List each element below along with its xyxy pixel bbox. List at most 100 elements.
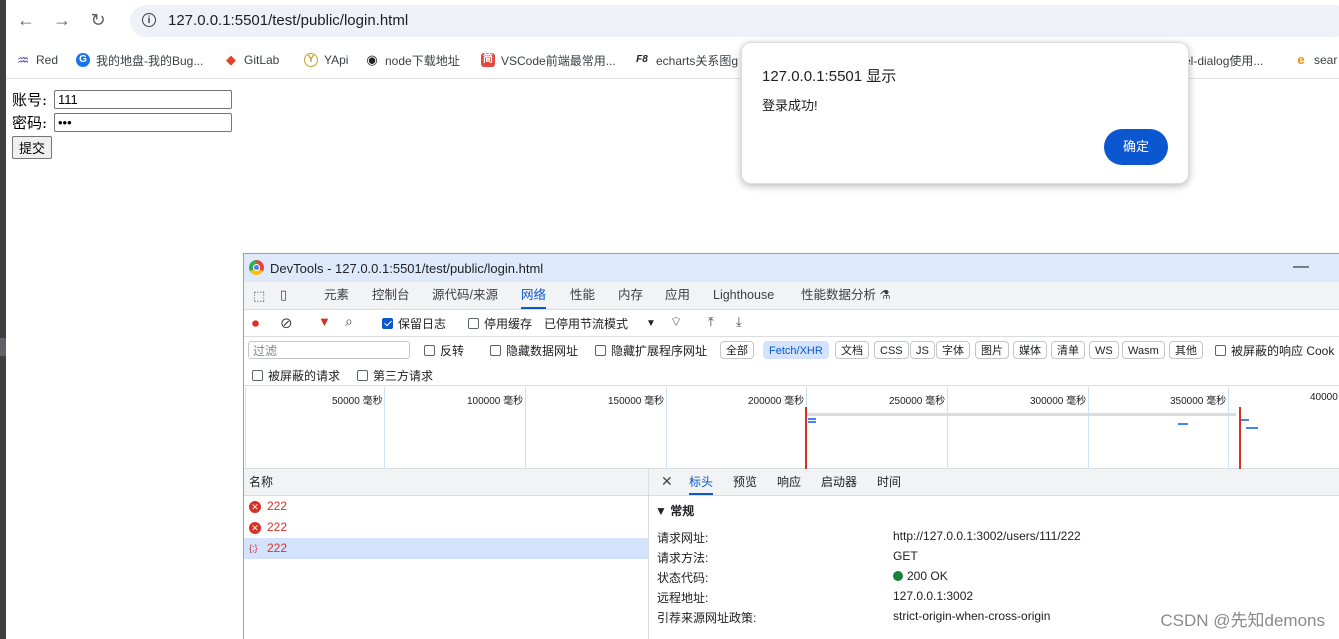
checkbox[interactable] <box>595 345 606 356</box>
dialog-message: 登录成功! <box>762 98 818 113</box>
tab-response[interactable]: 响应 <box>777 469 801 495</box>
network-overview-timeline[interactable]: 50000 毫秒 100000 毫秒 150000 毫秒 200000 毫秒 2… <box>244 387 1339 469</box>
header-value: GET <box>893 549 918 563</box>
invert-checkbox[interactable]: 反转 <box>424 342 464 359</box>
checkbox[interactable] <box>252 370 263 381</box>
timeline-gridline <box>947 387 948 469</box>
checkbox-checked[interactable] <box>382 318 393 329</box>
filter-type-font[interactable]: 字体 <box>936 341 970 359</box>
checkbox[interactable] <box>490 345 501 356</box>
tab-console[interactable]: 控制台 <box>372 282 410 309</box>
back-icon[interactable]: ← <box>14 8 38 32</box>
request-list-header[interactable]: 名称 <box>244 469 648 496</box>
timeline-request-bar <box>1246 427 1258 429</box>
filter-type-all[interactable]: 全部 <box>720 341 754 359</box>
filter-type-media[interactable]: 媒体 <box>1013 341 1047 359</box>
header-key: 请求方法: <box>657 551 709 565</box>
bookmark-search[interactable]: e sear <box>1294 51 1337 69</box>
export-har-icon[interactable]: ⤓ <box>736 314 742 330</box>
bookmark-vscode[interactable]: 简 VSCode前端最常用... <box>481 51 616 69</box>
device-toolbar-icon[interactable]: ▯ <box>280 287 287 303</box>
filter-type-js[interactable]: JS <box>910 341 935 359</box>
password-input[interactable] <box>54 113 232 132</box>
search-icon[interactable]: ⌕ <box>345 313 353 330</box>
bookmark-el-dialog[interactable]: el-dialog使用... <box>1184 51 1263 69</box>
status-text: 200 OK <box>907 569 948 583</box>
filter-type-manifest[interactable]: 清单 <box>1051 341 1085 359</box>
alert-dialog: 127.0.0.1:5501 显示 登录成功! 确定 <box>741 42 1189 184</box>
tab-timing[interactable]: 时间 <box>877 469 901 495</box>
node-icon: ◉ <box>366 52 378 67</box>
close-icon[interactable]: ✕ <box>661 473 673 490</box>
timeline-tick-label: 350000 毫秒 <box>1170 396 1227 407</box>
address-bar[interactable]: i 127.0.0.1:5501/test/public/login.html <box>130 5 1339 37</box>
filter-type-doc[interactable]: 文档 <box>835 341 869 359</box>
filter-bar-secondary: 被屏蔽的请求 第三方请求 <box>244 364 1339 386</box>
reload-icon[interactable]: ↻ <box>86 8 110 32</box>
import-har-icon[interactable]: ⤒ <box>708 314 714 330</box>
checkbox[interactable] <box>1215 345 1226 356</box>
request-row[interactable]: ✕ 222 <box>244 496 648 517</box>
checkbox[interactable] <box>424 345 435 356</box>
bookmark-label: GitLab <box>244 53 280 67</box>
tab-memory[interactable]: 内存 <box>618 282 643 309</box>
tab-performance[interactable]: 性能 <box>570 282 595 309</box>
checkbox[interactable] <box>357 370 368 381</box>
third-party-checkbox[interactable]: 第三方请求 <box>357 367 433 384</box>
watermark: CSDN @先知demons <box>1160 611 1325 630</box>
timeline-load-marker <box>1239 407 1241 469</box>
throttling-select[interactable]: 已停用节流模式 ▼ <box>544 315 656 332</box>
bookmark-red[interactable]: ♒ Red <box>16 51 58 69</box>
hide-extension-urls-checkbox[interactable]: 隐藏扩展程序网址 <box>595 342 707 359</box>
timeline-tick-label: 100000 毫秒 <box>467 396 524 407</box>
blocked-requests-checkbox[interactable]: 被屏蔽的请求 <box>252 367 340 384</box>
bookmark-yapi[interactable]: Y YApi <box>304 51 348 69</box>
submit-button[interactable]: 提交 <box>12 136 53 159</box>
preserve-log-checkbox[interactable]: 保留日志 <box>382 315 446 332</box>
devtools-titlebar[interactable]: DevTools - 127.0.0.1:5501/test/public/lo… <box>244 254 1339 282</box>
tab-sources[interactable]: 源代码/来源 <box>432 282 498 309</box>
tab-lighthouse[interactable]: Lighthouse <box>713 282 774 309</box>
disable-cache-checkbox[interactable]: 停用缓存 <box>468 315 532 332</box>
general-section-header[interactable]: ▼ 常规 <box>655 502 694 519</box>
tab-network[interactable]: 网络 <box>521 282 547 309</box>
address-url[interactable]: 127.0.0.1:5501/test/public/login.html <box>168 12 408 29</box>
account-input[interactable] <box>54 90 232 109</box>
record-icon[interactable]: ⏺ <box>252 315 259 332</box>
bookmark-gitlab[interactable]: ◆ GitLab <box>224 51 279 69</box>
forward-icon[interactable]: → <box>50 8 74 32</box>
dropdown-arrow-icon: ▼ <box>646 318 656 329</box>
filter-input[interactable]: 过滤 <box>248 341 410 359</box>
clear-icon[interactable]: ⊘ <box>280 314 293 332</box>
status-ok-icon <box>893 571 903 581</box>
tab-initiator[interactable]: 启动器 <box>821 469 857 495</box>
tab-preview[interactable]: 预览 <box>733 469 757 495</box>
filter-type-img[interactable]: 图片 <box>975 341 1009 359</box>
filter-type-ws[interactable]: WS <box>1089 341 1119 359</box>
blocked-cookies-checkbox[interactable]: 被屏蔽的响应 Cook <box>1215 342 1334 359</box>
bookmark-node[interactable]: ◉ node下载地址 <box>365 51 459 69</box>
details-tabs: ✕ 标头 预览 响应 启动器 时间 <box>649 469 1339 496</box>
request-row[interactable]: ✕ 222 <box>244 517 648 538</box>
request-row-selected[interactable]: {;} 222 <box>244 538 648 559</box>
filter-icon[interactable]: ▼ <box>318 314 331 329</box>
chrome-icon <box>249 260 264 275</box>
timeline-tick-label: 40000 <box>1310 392 1338 403</box>
inspect-icon[interactable]: ⬚ <box>253 288 265 304</box>
tab-performance-insights[interactable]: 性能数据分析 ⚗ <box>801 282 891 309</box>
network-conditions-icon[interactable]: ⌔ <box>670 314 682 330</box>
filter-type-css[interactable]: CSS <box>874 341 909 359</box>
tab-headers[interactable]: 标头 <box>689 469 714 495</box>
hide-data-urls-checkbox[interactable]: 隐藏数据网址 <box>490 342 578 359</box>
site-info-icon[interactable]: i <box>142 13 156 27</box>
tab-application[interactable]: 应用 <box>665 282 690 309</box>
bookmark-bug[interactable]: G 我的地盘-我的Bug... <box>76 51 203 69</box>
filter-type-other[interactable]: 其他 <box>1169 341 1203 359</box>
tab-elements[interactable]: 元素 <box>324 282 349 309</box>
filter-type-fetch-xhr[interactable]: Fetch/XHR <box>763 341 829 359</box>
checkbox[interactable] <box>468 318 479 329</box>
dialog-ok-button[interactable]: 确定 <box>1104 129 1168 165</box>
bookmark-echarts[interactable]: F8 echarts关系图g <box>634 51 738 69</box>
minimize-icon[interactable]: — <box>1293 258 1309 276</box>
filter-type-wasm[interactable]: Wasm <box>1122 341 1165 359</box>
